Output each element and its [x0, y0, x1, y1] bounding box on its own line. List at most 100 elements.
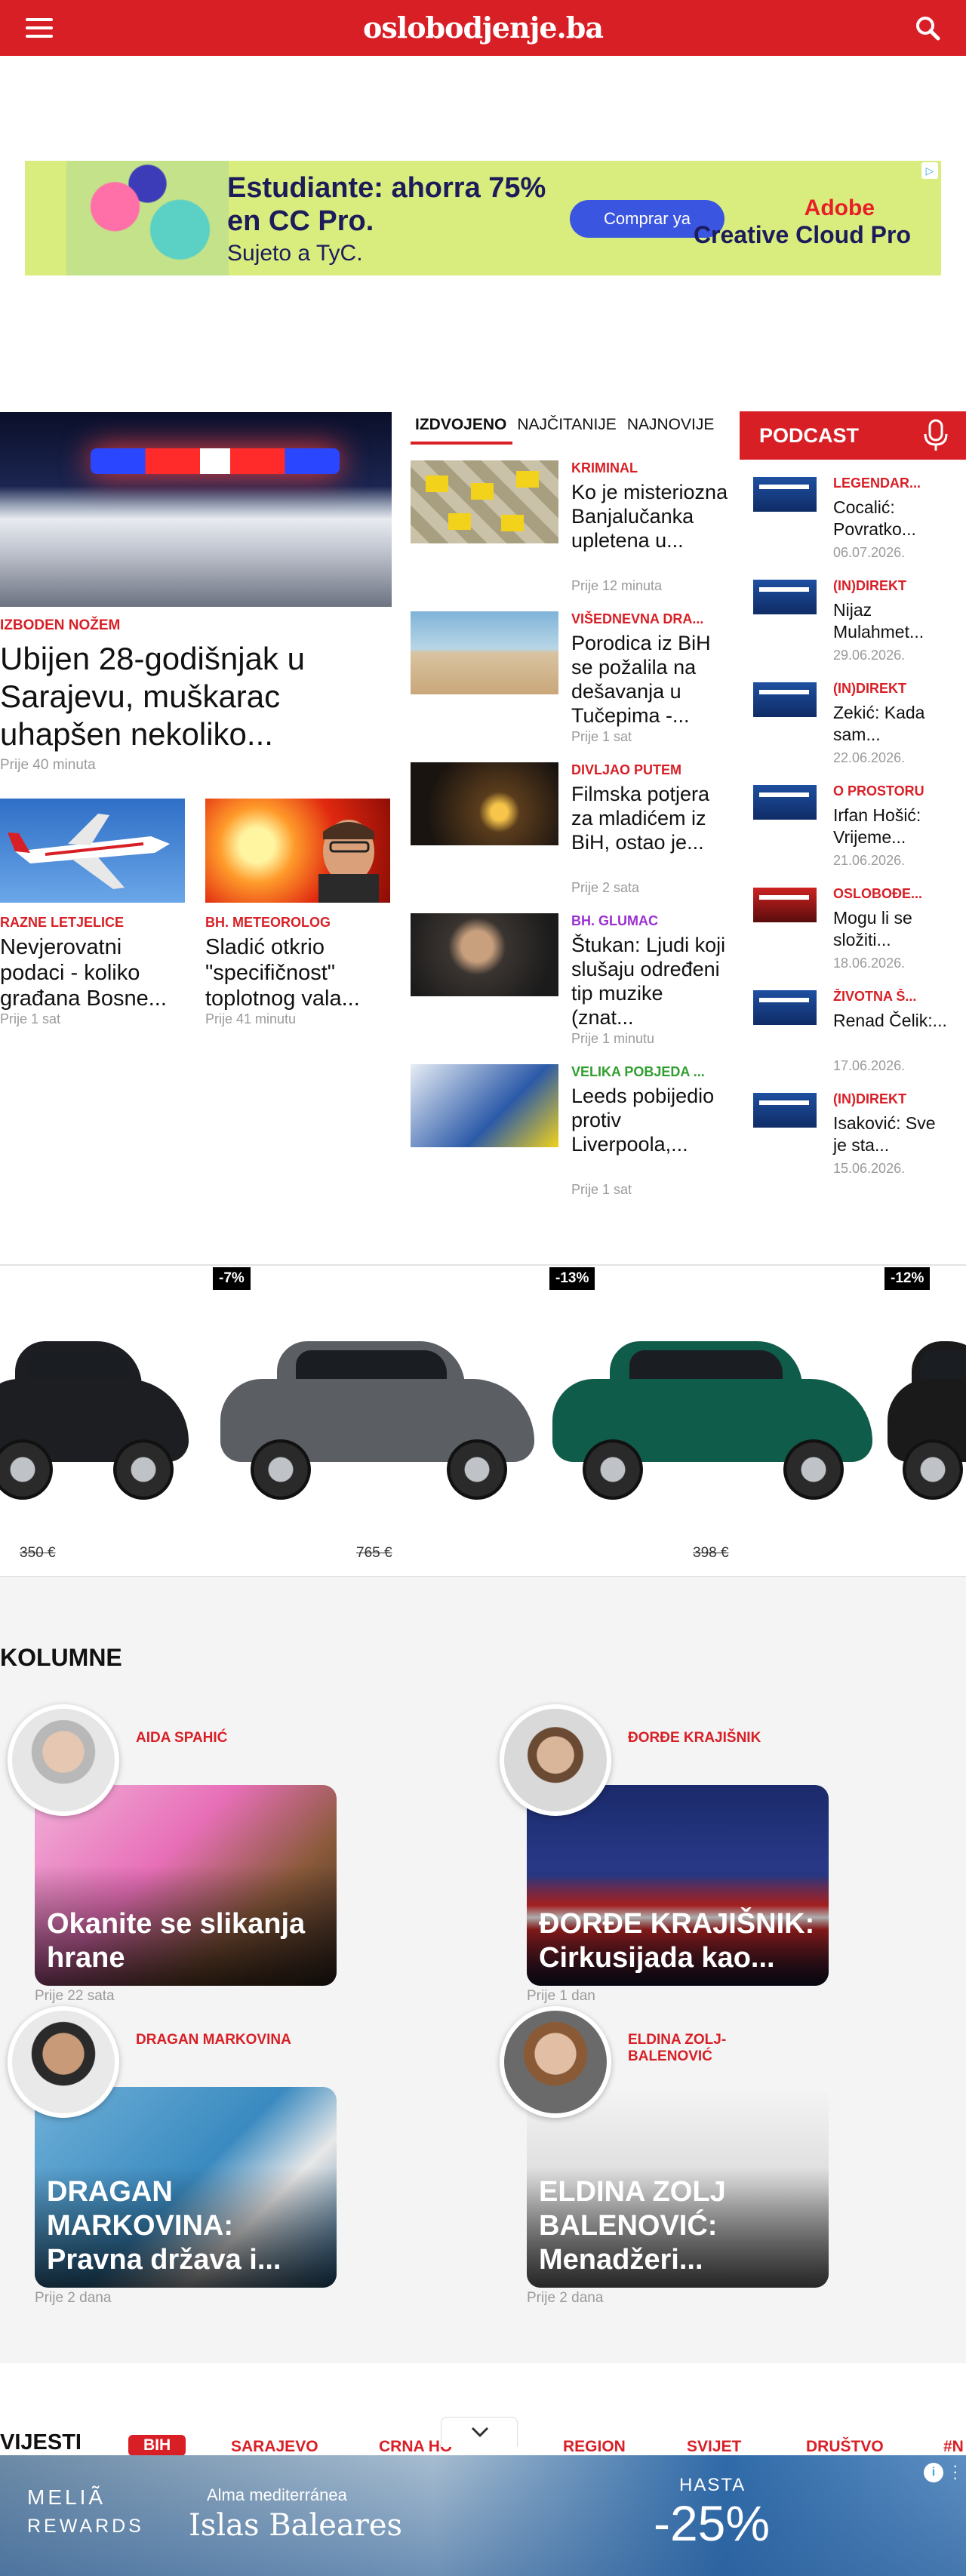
podcast-kicker: OSLOBOĐE... — [833, 886, 923, 901]
podcast-item[interactable]: O PROSTORU Irfan Hošić: Vrijeme... 21.06… — [753, 783, 966, 882]
featured-kicker: BH. GLUMAC — [571, 913, 658, 928]
lead-article-image[interactable] — [0, 412, 392, 607]
podcast-item[interactable]: (IN)DIREKT Isaković: Sve je sta... 15.06… — [753, 1091, 966, 1190]
podcast-thumbnail — [753, 477, 817, 512]
sub-article-title[interactable]: Nevjerovatni podaci - koliko građana Bos… — [0, 934, 189, 1011]
featured-thumbnail — [411, 913, 558, 996]
ad-offer-label: HASTA — [679, 2475, 746, 2495]
featured-time: Prije 2 sata — [571, 880, 640, 895]
podcast-date: 22.06.2026. — [833, 750, 906, 765]
podcast-header[interactable]: PODCAST — [740, 411, 966, 460]
sub-article-title[interactable]: Sladić otkrio "specifičnost" toplotnog v… — [205, 934, 394, 1011]
featured-kicker: VIŠEDNEVNA DRA... — [571, 611, 704, 626]
featured-item[interactable]: VIŠEDNEVNA DRA... Porodica iz BiH se pož… — [411, 611, 740, 747]
column-title[interactable]: DRAGAN MARKOVINA: Pravna država i... — [47, 2175, 326, 2277]
car-offer[interactable] — [220, 1334, 534, 1507]
adchoices-icon[interactable]: ▷ — [921, 162, 938, 179]
column-author[interactable]: AIDA SPAHIĆ — [136, 1730, 227, 1747]
podcast-title-text: Isaković: Sve je sta... — [833, 1113, 936, 1155]
column-author[interactable]: DRAGAN MARKOVINA — [136, 2032, 291, 2048]
featured-item[interactable]: VELIKA POBJEDA ... Leeds pobijedio proti… — [411, 1064, 740, 1200]
featured-title[interactable]: Porodica iz BiH se požalila na dešavanja… — [571, 631, 730, 728]
sub-article-time: Prije 41 minutu — [205, 1011, 297, 1026]
podcast-kicker: O PROSTORU — [833, 783, 924, 799]
podcast-kicker: ŽIVOTNA Š... — [833, 989, 917, 1004]
news-category-svijet[interactable]: SVIJET — [687, 2438, 741, 2456]
column-date: Prije 1 dan — [527, 1988, 595, 2004]
column-author[interactable]: ĐORĐE KRAJIŠNIK — [628, 1730, 761, 1747]
featured-item[interactable]: DIVLJAO PUTEM Filmska potjera za mladiće… — [411, 762, 740, 898]
old-price: 765 € — [356, 1545, 392, 1561]
column-date: Prije 22 sata — [35, 1988, 115, 2004]
adchoices-icon[interactable]: i — [924, 2463, 943, 2482]
featured-title[interactable]: Leeds pobijedio protiv Liverpoola,... — [571, 1084, 730, 1156]
car-offer[interactable] — [0, 1334, 189, 1507]
podcast-item[interactable]: OSLOBOĐE... Mogu li se složiti... 18.06.… — [753, 886, 966, 984]
featured-time: Prije 12 minuta — [571, 578, 663, 593]
old-price: 398 € — [693, 1545, 729, 1561]
featured-thumbnail — [411, 1064, 558, 1147]
car-offers-carousel[interactable]: -7% -13% -12% 350 € 765 € 398 € — [0, 1264, 966, 1577]
news-section-title: VIJESTI — [0, 2430, 82, 2454]
featured-title[interactable]: Filmska potjera za mladićem iz BiH, osta… — [571, 782, 730, 854]
featured-thumbnail — [411, 460, 558, 543]
search-icon[interactable] — [915, 15, 940, 41]
tab-izdvojeno[interactable]: IZDVOJENO — [411, 411, 513, 445]
columns-title: KOLUMNE — [0, 1644, 122, 1671]
news-category-more[interactable]: #N — [943, 2438, 964, 2456]
ad-brand-name: MELIÃ — [27, 2485, 106, 2509]
featured-title[interactable]: Štukan: Ljudi koji slušaju određeni tip … — [571, 933, 730, 1029]
featured-title[interactable]: Ko je misteriozna Banjalučanka upletena … — [571, 480, 730, 552]
car-offer[interactable] — [552, 1334, 872, 1507]
podcast-item[interactable]: (IN)DIREKT Nijaz Mulahmet... 29.06.2026. — [753, 578, 966, 676]
news-category-drustvo[interactable]: DRUŠTVO — [806, 2438, 884, 2456]
old-price: 350 € — [20, 1545, 56, 1561]
lead-article-title[interactable]: Ubijen 28-godišnjak u Sarajevu, muškarac… — [0, 640, 392, 753]
podcast-item[interactable]: ŽIVOTNA Š... Renad Čelik:... 17.06.2026. — [753, 989, 966, 1087]
column-card[interactable]: ELDINA ZOLJ-BALENOVIĆ ELDINA ZOLJ BALENO… — [492, 2006, 829, 2306]
sub-article-image[interactable] — [0, 799, 185, 903]
author-avatar — [8, 1704, 119, 1816]
column-title[interactable]: ELDINA ZOLJ BALENOVIĆ: Menadžeri... — [539, 2175, 818, 2277]
podcast-item[interactable]: (IN)DIREKT Zekić: Kada sam... 22.06.2026… — [753, 681, 966, 779]
podcast-title-text: Renad Čelik:... — [833, 1011, 947, 1030]
tab-najcitanije[interactable]: NAJČITANIJE — [512, 411, 622, 445]
podcast-item[interactable]: LEGENDAR... Cocalić: Povratko... 06.07.2… — [753, 475, 966, 574]
featured-thumbnail — [411, 762, 558, 845]
column-card[interactable]: DRAGAN MARKOVINA DRAGAN MARKOVINA: Pravn… — [0, 2006, 337, 2306]
column-title[interactable]: ĐORĐE KRAJIŠNIK: Cirkusijada kao... — [539, 1907, 818, 1975]
news-category-sarajevo[interactable]: SARAJEVO — [231, 2438, 318, 2456]
news-category-region[interactable]: REGION — [563, 2438, 626, 2456]
ad-subline: Sujeto a TyC. — [227, 241, 363, 266]
featured-item[interactable]: KRIMINAL Ko je misteriozna Banjalučanka … — [411, 460, 740, 596]
car-offer[interactable] — [888, 1334, 966, 1507]
column-title[interactable]: Okanite se slikanja hrane — [47, 1907, 326, 1975]
podcast-title-text: Irfan Hošić: Vrijeme... — [833, 805, 921, 847]
collapse-ad-tab[interactable] — [441, 2417, 518, 2447]
column-card[interactable]: AIDA SPAHIĆ Okanite se slikanja hrane Pr… — [0, 1704, 337, 2004]
more-options-icon[interactable]: · · · — [952, 2458, 960, 2486]
discount-badge: -13% — [549, 1267, 595, 1290]
column-card[interactable]: ĐORĐE KRAJIŠNIK ĐORĐE KRAJIŠNIK: Cirkusi… — [492, 1704, 829, 2004]
featured-kicker: DIVLJAO PUTEM — [571, 762, 682, 777]
podcast-date: 17.06.2026. — [833, 1058, 906, 1073]
podcast-kicker: (IN)DIREKT — [833, 578, 906, 593]
podcast-title-text: Zekić: Kada sam... — [833, 703, 925, 744]
tab-najnovije[interactable]: NAJNOVIJE — [623, 411, 721, 445]
news-category-bih[interactable]: BIH — [128, 2435, 186, 2456]
column-date: Prije 2 dana — [35, 2290, 112, 2306]
author-avatar — [500, 2006, 611, 2118]
featured-thumbnail — [411, 611, 558, 694]
podcast-thumbnail — [753, 990, 817, 1025]
column-author[interactable]: ELDINA ZOLJ-BALENOVIĆ — [628, 2032, 809, 2065]
site-logo[interactable]: oslobodjenje.ba — [0, 11, 966, 45]
top-ad-banner[interactable]: Estudiante: ahorra 75% en CC Pro. Sujeto… — [25, 161, 941, 275]
ad-brand-name: Adobe — [804, 195, 875, 220]
sub-article-kicker: BH. METEOROLOG — [205, 915, 331, 930]
ad-illustration — [66, 161, 229, 275]
column-image: Okanite se slikanja hrane — [35, 1785, 337, 1986]
sub-article-image[interactable] — [205, 799, 390, 903]
ad-headline: Estudiante: ahorra 75% en CC Pro. — [227, 172, 546, 237]
featured-item[interactable]: BH. GLUMAC Štukan: Ljudi koji slušaju od… — [411, 913, 740, 1049]
bottom-ad-banner[interactable]: MELIÃ REWARDS Alma mediterránea Islas Ba… — [0, 2455, 966, 2576]
